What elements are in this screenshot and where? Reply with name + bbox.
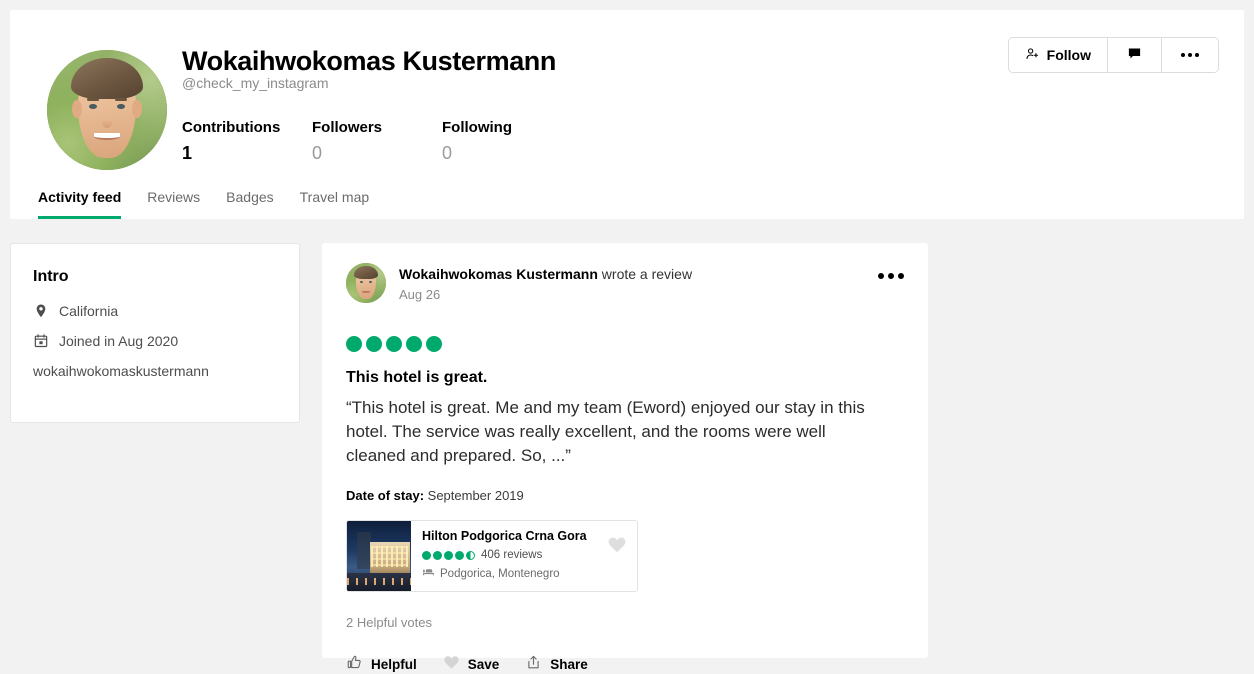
stat-following: Following 0 [442, 118, 572, 166]
map-pin-icon [33, 303, 49, 319]
stat-value: 0 [442, 143, 453, 163]
date-of-stay-label: Date of stay: [346, 488, 425, 503]
hotel-rating-row: 406 reviews [422, 549, 627, 561]
hotel-reviews-count: 406 reviews [481, 549, 543, 561]
stat-label: Following [442, 119, 512, 136]
follow-button[interactable]: Follow [1008, 38, 1108, 72]
person-add-icon [1025, 46, 1040, 64]
avatar-ear-right [132, 100, 142, 119]
intro-location-text: California [59, 303, 119, 319]
share-button-label: Share [550, 656, 588, 672]
rating-bubble [346, 336, 362, 352]
helpful-votes-count: 2 Helpful votes [346, 615, 432, 630]
stat-contributions: Contributions 1 [182, 118, 312, 166]
hotel-rating-bubbles [422, 550, 475, 560]
intro-title: Intro [33, 268, 69, 285]
page-title: Wokaihwokomas Kustermann [182, 46, 556, 76]
stat-label: Followers [312, 119, 383, 136]
save-button[interactable]: Save [443, 654, 500, 674]
tab-travel-map[interactable]: Travel map [300, 189, 370, 219]
rating-bubble [406, 336, 422, 352]
share-button[interactable]: Share [525, 654, 588, 674]
helpful-button-label: Helpful [371, 656, 417, 672]
rating-bubble [386, 336, 402, 352]
rating-bubble [366, 336, 382, 352]
review-byline: Wokaihwokomas Kustermann wrote a review [399, 263, 692, 283]
profile-stats: Contributions 1 Followers 0 Following 0 [182, 118, 572, 166]
review-date: Aug 26 [399, 287, 441, 302]
intro-username: wokaihwokomaskustermann [33, 363, 209, 379]
hotel-photo-windows [371, 546, 409, 568]
avatar-eye-right [369, 281, 372, 283]
hotel-photo-streetlights [347, 578, 411, 586]
rating-bubble [444, 550, 453, 560]
calendar-icon [33, 333, 49, 349]
review-footer-actions: Helpful Save Share [346, 654, 904, 674]
review-options-button[interactable] [878, 273, 904, 279]
avatar-nose [102, 114, 112, 128]
review-byline-block: Wokaihwokomas Kustermann wrote a review … [399, 263, 692, 302]
rating-bubble [422, 550, 431, 560]
hotel-card[interactable]: Hilton Podgorica Crna Gora 406 reviews P… [346, 520, 638, 592]
thumbs-up-icon [346, 654, 363, 674]
hotel-info: Hilton Podgorica Crna Gora 406 reviews P… [411, 521, 637, 591]
share-icon [525, 654, 542, 674]
hotel-location-row: Podgorica, Montenegro [422, 566, 627, 582]
intro-joined-text: Joined in Aug 2020 [59, 333, 179, 349]
stat-value: 0 [312, 143, 323, 163]
profile-header-card: Wokaihwokomas Kustermann @check_my_insta… [10, 10, 1244, 219]
profile-tabs: Activity feed Reviews Badges Travel map [38, 189, 369, 219]
review-card: Wokaihwokomas Kustermann wrote a review … [322, 243, 928, 672]
avatar-ear-left [72, 100, 82, 119]
avatar-brow-left [86, 98, 99, 102]
heart-icon [443, 654, 460, 674]
avatar-brow-right [115, 98, 128, 102]
hotel-name[interactable]: Hilton Podgorica Crna Gora [422, 529, 627, 543]
rating-bubble [426, 336, 442, 352]
stat-followers: Followers 0 [312, 118, 442, 166]
hotel-location-text: Podgorica, Montenegro [440, 568, 560, 580]
follow-button-label: Follow [1046, 47, 1091, 63]
rating-bubble [433, 550, 442, 560]
message-button[interactable] [1108, 38, 1162, 72]
review-author-name[interactable]: Wokaihwokomas Kustermann [399, 266, 598, 282]
review-rating-bubbles [346, 336, 904, 352]
intro-card: Intro California Joined in Aug 2020 woka… [10, 243, 300, 423]
avatar-mouth [93, 132, 121, 140]
tab-badges[interactable]: Badges [226, 189, 273, 219]
hotel-photo [347, 521, 411, 591]
review-body-text: “This hotel is great. Me and my team (Ew… [346, 398, 865, 465]
date-of-stay-value: September 2019 [424, 488, 524, 503]
rating-bubble [455, 550, 464, 560]
hotel-save-heart-icon[interactable] [607, 535, 627, 560]
more-horizontal-icon [1181, 53, 1199, 57]
intro-location-row: California [33, 303, 277, 319]
rating-bubble-half [466, 550, 475, 560]
tab-reviews[interactable]: Reviews [147, 189, 200, 219]
review-action-text: wrote a review [597, 266, 693, 282]
chat-bubble-icon [1127, 46, 1142, 64]
review-author-avatar[interactable] [346, 263, 386, 303]
review-date-of-stay: Date of stay: September 2019 [346, 488, 904, 503]
bed-icon [422, 566, 435, 582]
stat-value: 1 [182, 143, 193, 163]
save-button-label: Save [467, 656, 500, 672]
review-header: Wokaihwokomas Kustermann wrote a review … [346, 263, 904, 303]
profile-handle: @check_my_instagram [182, 75, 329, 91]
profile-action-group: Follow [1007, 37, 1219, 73]
avatar [47, 50, 167, 170]
tab-activity-feed[interactable]: Activity feed [38, 189, 122, 219]
stat-label: Contributions [182, 119, 281, 136]
review-title[interactable]: This hotel is great. [346, 369, 904, 387]
avatar-hair [354, 265, 378, 280]
intro-joined-row: Joined in Aug 2020 [33, 333, 277, 349]
more-options-button[interactable] [1162, 38, 1218, 72]
avatar-eye-left [360, 281, 363, 283]
helpful-button[interactable]: Helpful [346, 654, 417, 674]
